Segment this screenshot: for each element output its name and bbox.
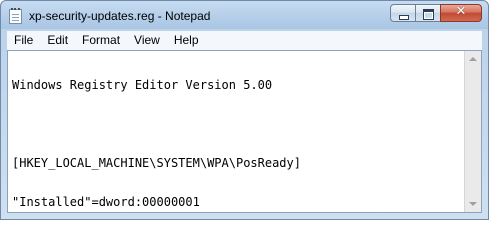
window-title: xp-security-updates.reg - Notepad <box>29 9 211 23</box>
title-bar[interactable]: xp-security-updates.reg - Notepad ✕ <box>1 1 488 31</box>
document-line <box>12 118 461 131</box>
document-line: [HKEY_LOCAL_MACHINE\SYSTEM\WPA\PosReady] <box>12 156 301 170</box>
menu-view[interactable]: View <box>127 31 167 50</box>
notepad-window: xp-security-updates.reg - Notepad ✕ File… <box>0 0 489 220</box>
scroll-down-button[interactable] <box>465 196 481 212</box>
arrow-up-icon <box>469 57 477 61</box>
arrow-down-icon <box>469 202 477 206</box>
caption-buttons: ✕ <box>390 4 482 22</box>
maximize-icon <box>423 9 434 20</box>
menu-bar: File Edit Format View Help <box>7 31 482 50</box>
notepad-icon[interactable] <box>9 8 22 24</box>
document-line: Windows Registry Editor Version 5.00 <box>12 78 273 92</box>
document-text[interactable]: Windows Registry Editor Version 5.00 [HK… <box>12 53 461 219</box>
close-button[interactable]: ✕ <box>440 4 482 22</box>
maximize-button[interactable] <box>415 4 440 22</box>
vertical-scrollbar[interactable] <box>464 51 481 212</box>
minimize-button[interactable] <box>390 4 415 22</box>
document-line: "Installed"=dword:00000001 <box>12 195 200 209</box>
menu-format[interactable]: Format <box>75 31 127 50</box>
text-editor[interactable]: Windows Registry Editor Version 5.00 [HK… <box>7 50 482 213</box>
minimize-icon <box>399 15 409 20</box>
close-icon: ✕ <box>455 4 467 19</box>
menu-edit[interactable]: Edit <box>40 31 75 50</box>
menu-help[interactable]: Help <box>167 31 206 50</box>
menu-file[interactable]: File <box>7 31 40 50</box>
scroll-up-button[interactable] <box>465 51 481 67</box>
